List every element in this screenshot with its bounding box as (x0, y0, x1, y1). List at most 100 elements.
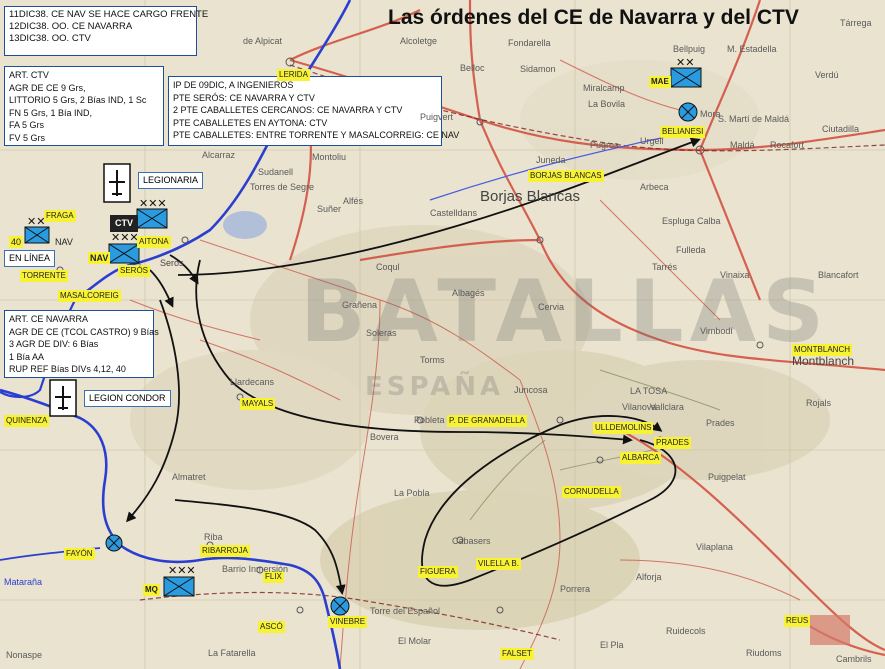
place-granyena: Grañena (342, 300, 378, 310)
place-vilanova: Vilanova (622, 402, 657, 412)
orders-line: 13DIC38. OO. CTV (9, 33, 91, 44)
place-montblanch-town: Montblanch (792, 354, 855, 368)
art-ctv-line: LITTORIO 5 Grs, 2 Bías IND, 1 Sc (9, 95, 147, 105)
label-belianesi: BELIANESI (660, 126, 706, 138)
place-rocafort: Rocafort (770, 140, 805, 150)
place-espluga-calba: Espluga Calba (662, 216, 721, 226)
watermark-text: BATALLAS (300, 262, 831, 362)
place-montoliu: Montoliu (312, 152, 347, 162)
place-blancafort: Blancafort (818, 270, 859, 280)
place-bellpuig: Bellpuig (673, 44, 706, 54)
place-ciutadilla: Ciutadilla (822, 124, 860, 134)
art-navarra-line: 1 Bía AA (9, 351, 45, 362)
place-vinaixa: Vinaixa (720, 270, 750, 280)
art-navarra-line: AGR DE CE (TCOL CASTRO) 9 Bías (9, 326, 159, 337)
place-cabacers: Cabasers (452, 536, 491, 546)
place-vimbodi: Vimbodí (700, 326, 733, 336)
ip-line: 2 PTE CABALLETES CERCANOS: CE NAVARRA Y … (173, 105, 403, 115)
art-navarra-line: RUP REF Bías DIVs 4,12, 40 (9, 364, 126, 374)
svg-text:✕✕✕: ✕✕✕ (168, 565, 196, 577)
label-prades: PRADES (654, 437, 691, 449)
place-puigvert: Puigvert (420, 112, 454, 122)
place-llardecans: Llardecans (230, 377, 275, 387)
svg-text:✕✕✕: ✕✕✕ (139, 198, 167, 210)
unit-symbol-fayon (105, 534, 123, 552)
place-alforja: Alforja (636, 572, 662, 582)
place-porrera: Porrera (560, 584, 591, 594)
ctv-unit-label: CTV (110, 215, 138, 232)
art-ctv-line: ART. CTV (9, 70, 49, 80)
place-castelldans: Castelldans (430, 208, 478, 218)
aviation-condor-icon (49, 379, 77, 417)
label-torrente: TORRENTE (20, 270, 68, 282)
place-prades-town: Prades (706, 418, 735, 428)
label-ribarroja: RIBARROJA (200, 545, 250, 557)
place-torres-segre: Torres de Segre (250, 182, 315, 192)
place-torre-espanyol: Torre del Español (370, 606, 441, 616)
unit-symbol-belianes (678, 102, 698, 122)
place-puigpelat: Puigpelat (708, 472, 746, 482)
en-linea-label: EN LÍNEA (4, 250, 56, 267)
nav-40-label: NAV (55, 237, 73, 247)
label-cornudella: CORNUDELLA (562, 486, 621, 498)
nav-40-number: 40 (9, 236, 24, 248)
ip-line: PTE SERÓS: CE NAVARRA Y CTV (173, 92, 315, 103)
place-nonaspe: Nonaspe (6, 650, 43, 660)
place-alcoletge: Alcoletge (400, 36, 438, 46)
place-almatret: Almatret (172, 472, 206, 482)
place-tarres: Tarrés (652, 262, 678, 272)
svg-text:✕✕: ✕✕ (676, 57, 694, 69)
art-ctv-line: FN 5 Grs, 1 Bía IND, (9, 107, 93, 118)
place-fondarella: Fondarella (508, 38, 551, 48)
label-figuera: FIGUERA (418, 566, 458, 578)
mq-unit-label: MQ (143, 584, 160, 596)
label-vilella: VILELLA B. (476, 558, 521, 570)
place-pobleta: Pobleta (414, 415, 445, 425)
art-navarra-box: ART. CE NAVARRA AGR DE CE (TCOL CASTRO) … (4, 310, 159, 378)
place-soleras: Soleras (366, 328, 397, 338)
map-title: Las órdenes del CE de Navarra y del CTV (388, 6, 799, 29)
place-verdu: Verdú (815, 70, 839, 80)
place-ruidecols: Ruidecols (666, 626, 706, 636)
place-sunyer: Suñer (317, 204, 342, 214)
label-falset: FALSET (500, 648, 534, 660)
label-mayals: MAYALS (240, 398, 276, 410)
reus-city (810, 615, 850, 645)
label-albarca: ALBARCA (620, 452, 662, 464)
label-fraga: FRAGA (44, 210, 76, 222)
place-arbeca: Arbeca (640, 182, 669, 192)
place-alfes: Alfés (343, 196, 364, 206)
art-navarra-line: ART. CE NAVARRA (9, 314, 89, 324)
art-ctv-line: AGR DE CE 9 Grs, (9, 82, 86, 93)
label-ulldemolins: ULLDEMOLINS (593, 422, 654, 434)
place-riba: Riba (204, 532, 223, 542)
unit-symbol-ctv: ✕✕✕ (136, 198, 168, 229)
place-belloc: Belloc (460, 63, 485, 73)
place-urgell: Urgell (640, 136, 664, 146)
place-juneda: Juneda (536, 155, 566, 165)
label-vinebre: VINEBRE (328, 616, 368, 628)
label-aitona: AITONA (137, 236, 171, 248)
place-borjas-big: Borjas Blancas (480, 188, 581, 205)
nav-unit-label: NAV (88, 252, 111, 264)
place-torms: Torms (420, 355, 445, 365)
legion-condor-label: LEGION CONDOR (84, 390, 171, 407)
svg-text:✕✕: ✕✕ (27, 216, 45, 228)
orders-line: 11DIC38. CE NAV SE HACE CARGO FRENTE (9, 9, 209, 20)
mae-unit-label: MAE (649, 76, 671, 88)
place-el-molar: El Molar (398, 636, 432, 646)
art-ctv-box: ART. CTV AGR DE CE 9 Grs, LITTORIO 5 Grs… (4, 66, 164, 146)
label-reus: REUS (784, 615, 811, 627)
label-granadella: P. DE GRANADELLA (447, 415, 527, 427)
unit-symbol-vinebre (330, 596, 350, 616)
place-mora: Mora (700, 109, 721, 119)
place-alcarraz: Alcarraz (202, 150, 236, 160)
place-pugros: Pugros (590, 140, 619, 150)
place-cervia: Cervia (538, 302, 565, 312)
place-vilaplana: Vilaplana (696, 542, 733, 552)
place-sidamon: Sidamon (520, 64, 556, 74)
ip-line: PTE CABALLETES EN AYTONA: CTV (173, 117, 328, 128)
ip-box: IP DE 09DIC, A INGENIEROS PTE SERÓS: CE … (168, 76, 459, 146)
place-seros-town: Seros (160, 258, 184, 268)
legionaria-label: LEGIONARIA (138, 172, 204, 189)
